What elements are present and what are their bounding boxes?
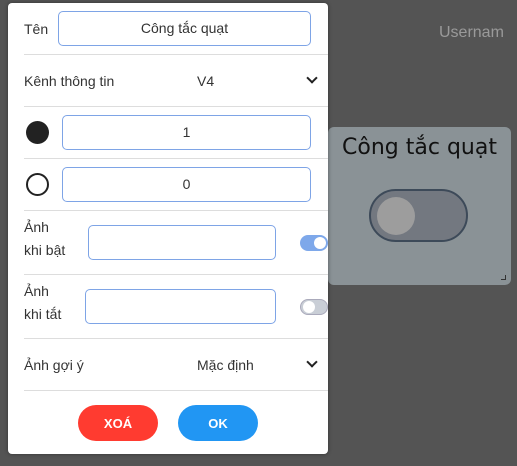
name-row: Tên Công tắc quạt — [24, 3, 328, 55]
name-input[interactable]: Công tắc quạt — [58, 11, 311, 46]
delete-button[interactable]: XOÁ — [78, 405, 158, 441]
ok-button[interactable]: OK — [178, 405, 258, 441]
channel-label: Kênh thông tin — [24, 73, 115, 89]
switch-widget-card[interactable]: Công tắc quạt — [328, 127, 511, 285]
widget-title: Công tắc quạt — [342, 135, 497, 160]
image-on-toggle[interactable] — [300, 235, 328, 251]
toggle-knob — [303, 301, 315, 313]
chevron-down-icon — [306, 72, 318, 84]
image-on-input[interactable] — [88, 225, 276, 260]
image-off-toggle[interactable] — [300, 299, 328, 315]
username[interactable]: Usernam — [439, 24, 504, 42]
image-on-label: Ảnh — [24, 219, 49, 235]
suggest-label: Ảnh gợi ý — [24, 357, 84, 373]
image-on-label-2: khi bật — [24, 242, 66, 258]
resize-handle-icon[interactable] — [501, 275, 506, 280]
suggest-value: Mặc định — [197, 357, 254, 373]
chevron-down-icon — [306, 356, 318, 368]
off-value-input[interactable]: 0 — [62, 167, 311, 202]
empty-circle-icon — [26, 173, 49, 196]
image-off-input[interactable] — [85, 289, 276, 324]
filled-circle-icon — [26, 121, 49, 144]
widget-settings-panel: Tên Công tắc quạt Kênh thông tin V4 1 0 … — [8, 3, 328, 454]
channel-select[interactable]: Kênh thông tin V4 — [24, 55, 328, 107]
image-off-label-2: khi tắt — [24, 306, 62, 322]
channel-value: V4 — [197, 73, 215, 89]
suggest-image-select[interactable]: Ảnh gợi ý Mặc định — [24, 339, 328, 391]
name-label: Tên — [24, 21, 49, 37]
widget-toggle-switch[interactable] — [369, 189, 468, 242]
image-on-row: Ảnh khi bật — [24, 211, 328, 275]
image-off-label: Ảnh — [24, 283, 49, 299]
on-value-row: 1 — [24, 107, 328, 159]
on-value-input[interactable]: 1 — [62, 115, 311, 150]
image-off-row: Ảnh khi tắt — [24, 275, 328, 339]
off-value-row: 0 — [24, 159, 328, 211]
toggle-knob — [314, 237, 326, 249]
toggle-knob — [377, 197, 415, 235]
